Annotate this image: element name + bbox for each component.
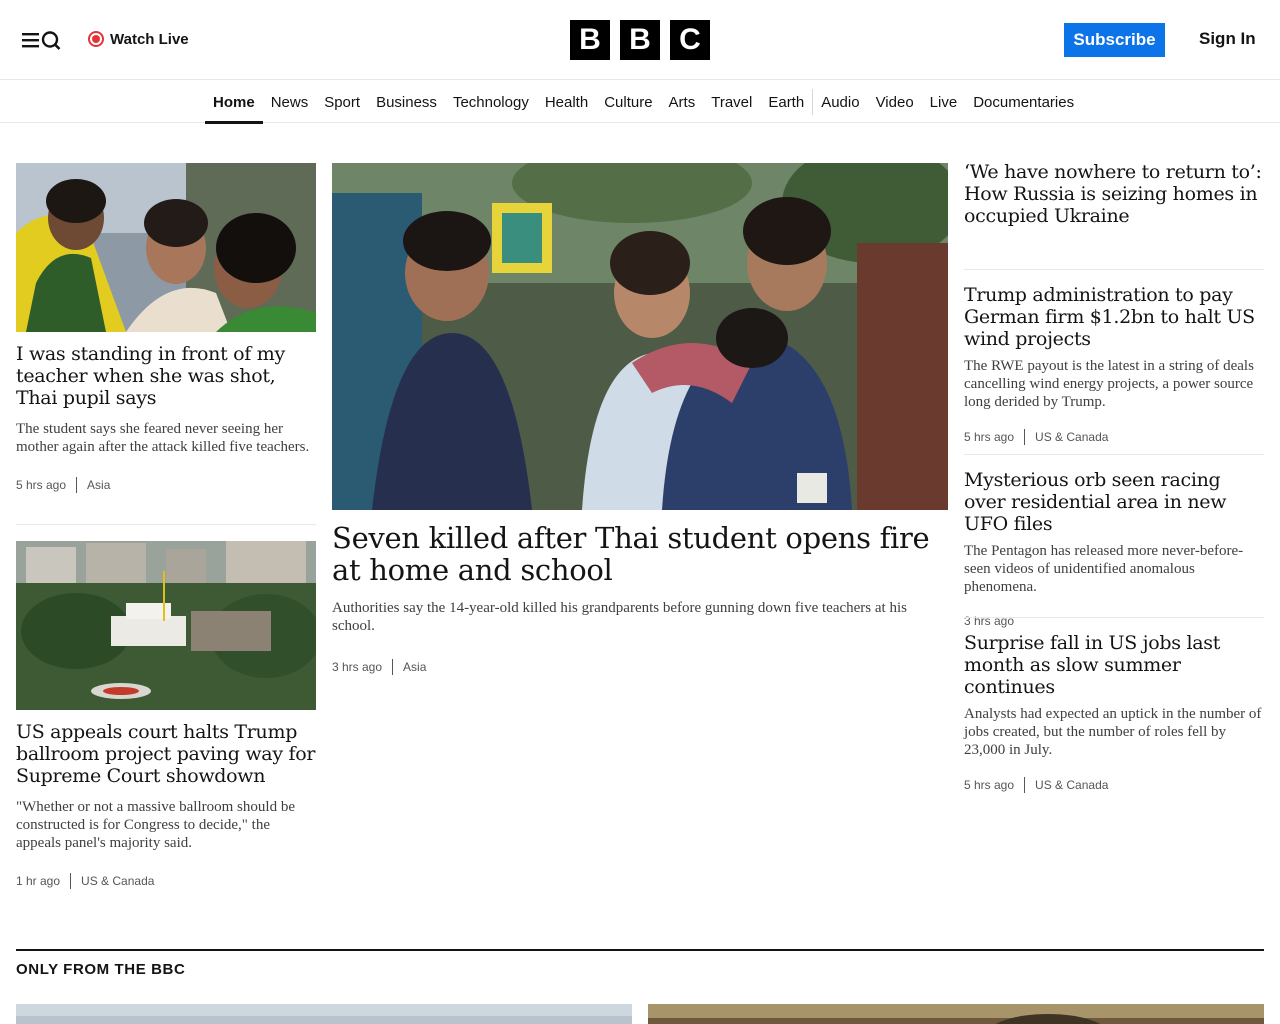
story-time: 3 hrs ago <box>332 660 383 674</box>
promo-image-2[interactable] <box>648 1004 1264 1024</box>
nav-item-earth[interactable]: Earth <box>760 81 812 123</box>
nav-item-audio[interactable]: Audio <box>813 81 867 123</box>
promo-image-1[interactable] <box>16 1004 632 1024</box>
nav-item-sport[interactable]: Sport <box>316 81 368 123</box>
story-summary-main: Authorities say the 14-year-old killed h… <box>332 600 907 634</box>
sign-in-link[interactable]: Sign In <box>1199 29 1256 49</box>
nav-item-home[interactable]: Home <box>205 81 263 124</box>
story-card-right-3[interactable]: Mysterious orb seen racing over resident… <box>964 469 1264 628</box>
story-card-right-2[interactable]: Trump administration to pay German firm … <box>964 284 1264 445</box>
story-headline[interactable]: Surprise fall in US jobs last month as s… <box>964 632 1264 698</box>
story-headline[interactable]: US appeals court halts Trump ballroom pr… <box>16 721 316 787</box>
menu-search-icon[interactable] <box>20 26 62 54</box>
section-nav: Home News Sport Business Technology Heal… <box>0 81 1280 124</box>
story-divider <box>964 269 1264 270</box>
story-divider <box>964 617 1264 618</box>
nav-item-business[interactable]: Business <box>368 81 445 123</box>
meta-divider <box>70 873 72 889</box>
subscribe-button[interactable]: Subscribe <box>1064 23 1165 57</box>
nav-item-health[interactable]: Health <box>537 81 596 123</box>
story-headline[interactable]: Trump administration to pay German firm … <box>964 284 1264 350</box>
story-headline-main[interactable]: Seven killed after Thai student opens fi… <box>332 522 948 586</box>
watch-live-link[interactable]: Watch Live <box>88 28 189 50</box>
nav-item-documentaries[interactable]: Documentaries <box>965 81 1082 123</box>
nav-item-culture[interactable]: Culture <box>596 81 660 123</box>
watch-live-label: Watch Live <box>110 30 189 48</box>
logo-letter: B <box>620 20 660 60</box>
story-meta: 1 hr ago US & Canada <box>16 873 316 889</box>
story-category[interactable]: US & Canada <box>81 874 154 888</box>
story-image[interactable] <box>16 541 316 710</box>
logo-letter: C <box>670 20 710 60</box>
story-headline[interactable]: Mysterious orb seen racing over resident… <box>964 469 1264 535</box>
nav-item-technology[interactable]: Technology <box>445 81 537 123</box>
story-summary: Analysts had expected an uptick in the n… <box>964 706 1262 758</box>
story-time: 5 hrs ago <box>16 478 67 492</box>
story-category[interactable]: Asia <box>403 660 426 674</box>
story-headline[interactable]: ‘We have nowhere to return to’: How Russ… <box>964 161 1264 227</box>
story-category[interactable]: US & Canada <box>1035 430 1108 444</box>
nav-item-travel[interactable]: Travel <box>703 81 760 123</box>
story-summary: The student says she feared never seeing… <box>16 421 310 455</box>
meta-divider <box>1024 429 1026 445</box>
section-title: ONLY FROM THE BBC <box>16 961 186 978</box>
story-time: 5 hrs ago <box>964 778 1015 792</box>
nav-item-video[interactable]: Video <box>868 81 922 123</box>
story-time: 1 hr ago <box>16 874 61 888</box>
story-card-left-2[interactable]: US appeals court halts Trump ballroom pr… <box>16 541 316 889</box>
nav-item-live[interactable]: Live <box>922 81 966 123</box>
nav-list: Home News Sport Business Technology Heal… <box>205 81 1082 124</box>
story-time: 5 hrs ago <box>964 430 1015 444</box>
meta-divider <box>392 659 394 675</box>
story-divider <box>964 454 1264 455</box>
story-divider <box>16 524 316 525</box>
story-card-right-4[interactable]: Surprise fall in US jobs last month as s… <box>964 632 1264 793</box>
story-meta: 3 hrs ago Asia <box>332 659 948 675</box>
story-image-main[interactable] <box>332 163 948 510</box>
story-meta: 5 hrs ago US & Canada <box>964 777 1264 793</box>
logo-letter: B <box>570 20 610 60</box>
story-card-left-1[interactable]: I was standing in front of my teacher wh… <box>16 163 316 493</box>
section-rule <box>16 949 1264 951</box>
story-headline[interactable]: I was standing in front of my teacher wh… <box>16 343 316 409</box>
story-summary: The Pentagon has released more never-bef… <box>964 543 1244 595</box>
story-card-main[interactable]: Seven killed after Thai student opens fi… <box>332 163 948 675</box>
meta-divider <box>1024 777 1026 793</box>
bbc-logo[interactable]: B B C <box>570 20 710 60</box>
story-category[interactable]: US & Canada <box>1035 778 1108 792</box>
top-header: Watch Live B B C Subscribe Sign In <box>0 0 1280 80</box>
meta-divider <box>76 477 78 493</box>
story-meta: 5 hrs ago US & Canada <box>964 429 1264 445</box>
story-category[interactable]: Asia <box>87 478 110 492</box>
nav-item-news[interactable]: News <box>263 81 317 123</box>
story-summary: "Whether or not a massive ballroom shoul… <box>16 799 295 851</box>
nav-item-arts[interactable]: Arts <box>661 81 704 123</box>
story-summary: The RWE payout is the latest in a string… <box>964 358 1254 410</box>
story-image[interactable] <box>16 163 316 332</box>
live-dot-icon <box>88 31 104 47</box>
story-meta: 5 hrs ago Asia <box>16 477 316 493</box>
story-card-right-1[interactable]: ‘We have nowhere to return to’: How Russ… <box>964 161 1264 227</box>
